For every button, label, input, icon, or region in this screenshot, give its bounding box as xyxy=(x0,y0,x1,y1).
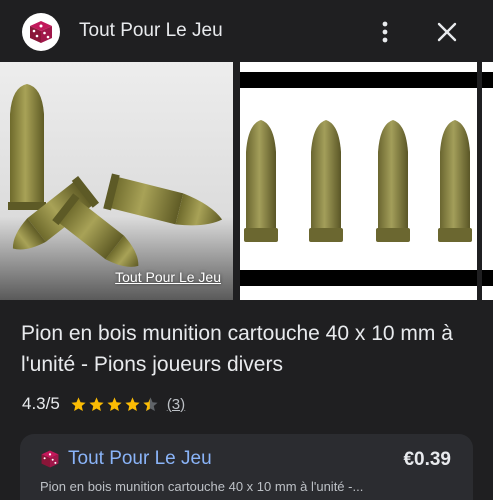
rating-row: 4.3/5 (3) xyxy=(22,393,185,415)
site-name: Tout Pour Le Jeu xyxy=(79,20,223,41)
image-gallery[interactable]: Tout Pour Le Jeu xyxy=(0,62,493,300)
star-half-icon xyxy=(143,396,158,411)
bullets-photo xyxy=(0,62,233,300)
offer-price: €0.39 xyxy=(403,449,451,470)
more-vert-icon xyxy=(382,21,388,43)
header-bar: Tout Pour Le Jeu xyxy=(0,0,493,62)
image-source-link[interactable]: Tout Pour Le Jeu xyxy=(115,269,221,285)
offer-card[interactable]: Tout Pour Le Jeu €0.39 Pion en bois muni… xyxy=(20,434,473,500)
bullets-row-photo xyxy=(240,62,477,300)
product-image-1[interactable]: Tout Pour Le Jeu xyxy=(0,62,233,300)
star-icon xyxy=(89,396,104,411)
more-options-button[interactable] xyxy=(372,17,398,47)
close-button[interactable] xyxy=(433,17,461,47)
review-count-link[interactable]: (3) xyxy=(167,396,185,413)
rating-stars xyxy=(70,396,160,413)
star-icon xyxy=(107,396,122,411)
close-icon xyxy=(437,22,457,42)
dice-icon xyxy=(30,21,52,43)
site-logo[interactable] xyxy=(22,13,60,51)
product-image-2[interactable] xyxy=(240,62,477,300)
product-image-3[interactable] xyxy=(482,62,493,300)
dice-icon xyxy=(41,450,59,468)
product-title: Pion en bois munition cartouche 40 x 10 … xyxy=(21,322,453,376)
star-icon xyxy=(71,396,86,411)
rating-value: 4.3/5 xyxy=(22,394,60,413)
star-icon xyxy=(125,396,140,411)
seller-link[interactable]: Tout Pour Le Jeu xyxy=(68,448,212,470)
seller-row: Tout Pour Le Jeu xyxy=(40,448,212,470)
offer-description: Pion en bois munition cartouche 40 x 10 … xyxy=(40,479,364,494)
